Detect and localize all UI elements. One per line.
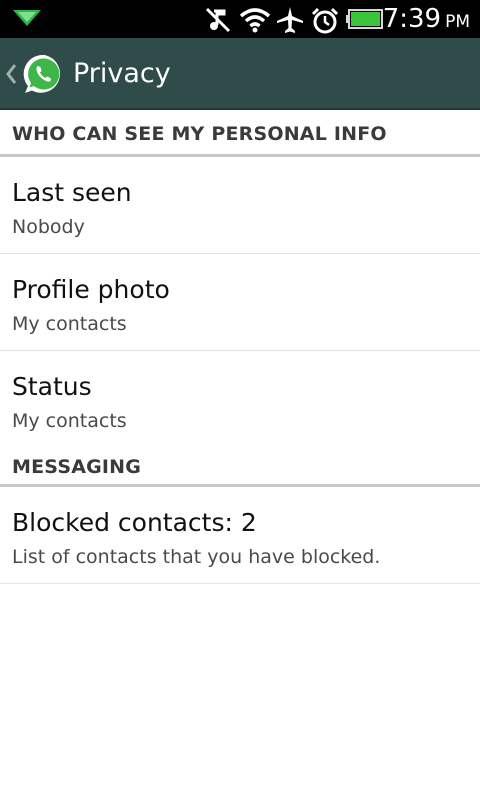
whatsapp-logo-icon[interactable] (22, 52, 66, 100)
privacy-settings-list: WHO CAN SEE MY PERSONAL INFO Last seen N… (0, 110, 480, 584)
pref-status[interactable]: Status My contacts (0, 351, 480, 444)
alarm-icon (310, 6, 340, 40)
status-bar: 7:39 PM (0, 0, 480, 38)
pref-blocked-contacts[interactable]: Blocked contacts: 2 List of contacts tha… (0, 487, 480, 584)
battery-icon (346, 9, 384, 33)
pref-last-seen[interactable]: Last seen Nobody (0, 157, 480, 254)
pref-title: Profile photo (12, 275, 170, 304)
page-title: Privacy (73, 58, 171, 89)
wifi-icon (238, 6, 272, 38)
chevron-left-icon[interactable] (4, 62, 18, 90)
clock: 7:39 PM (382, 4, 470, 34)
pref-title: Blocked contacts: 2 (12, 508, 257, 537)
section-header-messaging: MESSAGING (0, 444, 480, 487)
pref-profile-photo[interactable]: Profile photo My contacts (0, 254, 480, 351)
section-header-personal-info: WHO CAN SEE MY PERSONAL INFO (0, 110, 480, 157)
pref-title: Status (12, 372, 92, 401)
notification-arrow-icon (12, 8, 42, 32)
pref-title: Last seen (12, 178, 132, 207)
pref-summary: List of contacts that you have blocked. (12, 546, 381, 568)
pref-summary: My contacts (12, 313, 127, 335)
pref-summary: My contacts (12, 410, 127, 432)
action-bar: Privacy (0, 38, 480, 110)
airplane-icon (276, 6, 304, 38)
music-muted-icon (204, 6, 232, 38)
pref-summary: Nobody (12, 216, 85, 238)
